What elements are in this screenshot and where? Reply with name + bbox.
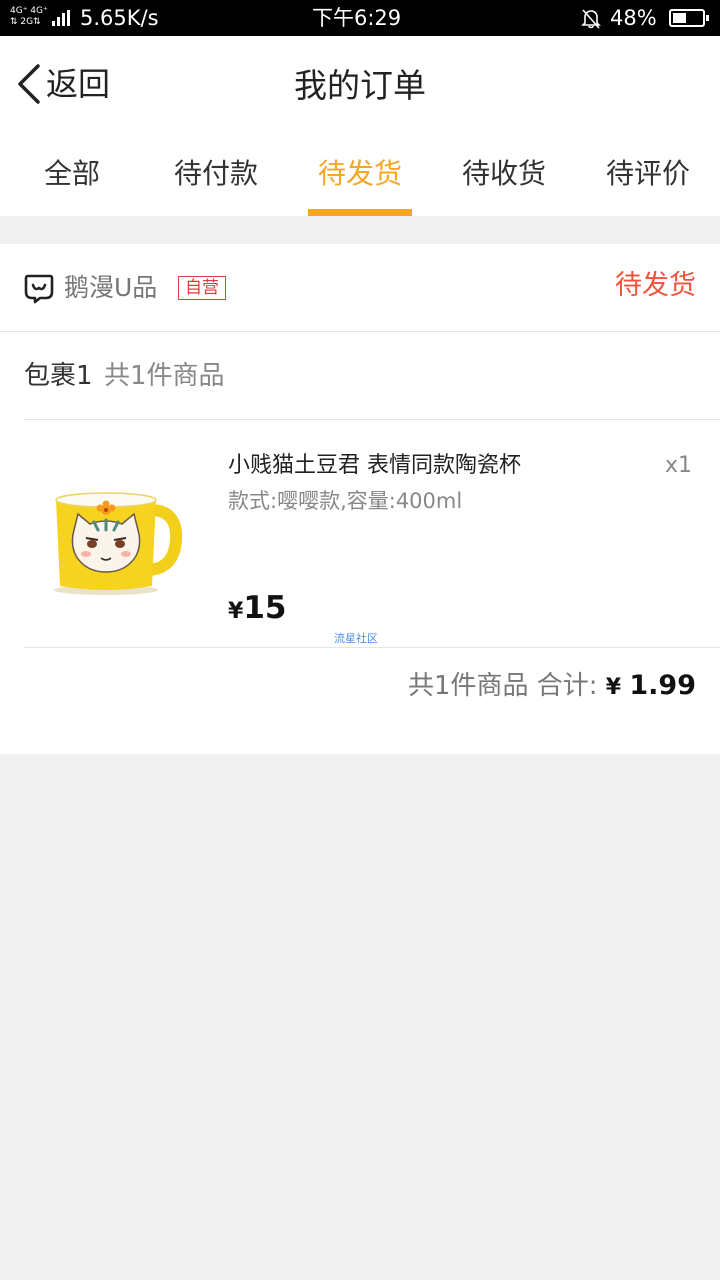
item-title: 小贱猫土豆君 表情同款陶瓷杯 bbox=[228, 453, 521, 478]
tab-pending-review[interactable]: 待评价 bbox=[576, 136, 720, 216]
item-price-value: 15 bbox=[243, 590, 287, 626]
package-label: 包裹1 bbox=[24, 361, 93, 391]
nav-bar: 返回 我的订单 bbox=[0, 36, 720, 136]
tab-all[interactable]: 全部 bbox=[0, 136, 144, 216]
clock: 下午6:29 bbox=[312, 6, 402, 30]
item-price-currency: ¥ bbox=[228, 599, 244, 624]
watermark-text: 流星社区 bbox=[334, 632, 378, 645]
battery-icon bbox=[669, 9, 709, 27]
shop-header[interactable]: 鹅漫U品 自营 待发货 bbox=[0, 244, 720, 332]
order-card[interactable]: 鹅漫U品 自营 待发货 包裹1 共1件商品 小贱猫土豆君 表情同款陶瓷杯 x1 … bbox=[0, 244, 720, 754]
signal-icon bbox=[52, 10, 70, 26]
cat-mug-image bbox=[54, 492, 183, 595]
total-amount: 1.99 bbox=[629, 670, 696, 701]
shop-name: 鹅漫U品 bbox=[64, 273, 158, 302]
network-indicator: 4G⁺ 4G⁺ ⇅ 2G⇅ bbox=[10, 6, 48, 27]
order-status: 待发货 bbox=[615, 270, 696, 301]
order-summary: 共1件商品 合计: ¥ 1.99 bbox=[408, 666, 696, 708]
self-operated-badge: 自营 bbox=[178, 276, 226, 300]
network-speed: 5.65K/s bbox=[80, 6, 159, 30]
item-spec: 款式:嘤嘤款,容量:400ml bbox=[228, 489, 463, 513]
bell-muted-icon bbox=[581, 9, 601, 29]
battery-percent: 48% bbox=[610, 6, 657, 30]
package-item-count: 共1件商品 bbox=[104, 361, 225, 391]
order-tabs: 全部 待付款 待发货 待收货 待评价 bbox=[0, 136, 720, 216]
tab-pending-receipt[interactable]: 待收货 bbox=[432, 136, 576, 216]
item-quantity: x1 bbox=[664, 453, 692, 478]
page-title: 我的订单 bbox=[294, 66, 426, 105]
package-row: 包裹1 共1件商品 bbox=[24, 332, 720, 420]
status-bar: 4G⁺ 4G⁺ ⇅ 2G⇅ 5.65K/s 下午6:29 48% bbox=[0, 0, 720, 36]
tab-pending-payment[interactable]: 待付款 bbox=[144, 136, 288, 216]
order-item[interactable]: 小贱猫土豆君 表情同款陶瓷杯 x1 款式:嘤嘤款,容量:400ml ¥15 流星… bbox=[24, 420, 720, 648]
shop-logo-icon bbox=[24, 274, 54, 304]
item-price: ¥15 bbox=[228, 588, 286, 633]
summary-label: 共1件商品 合计: bbox=[407, 671, 598, 701]
active-tab-indicator bbox=[308, 209, 412, 216]
tab-pending-shipment[interactable]: 待发货 bbox=[288, 136, 432, 216]
total-currency: ¥ bbox=[605, 675, 622, 700]
